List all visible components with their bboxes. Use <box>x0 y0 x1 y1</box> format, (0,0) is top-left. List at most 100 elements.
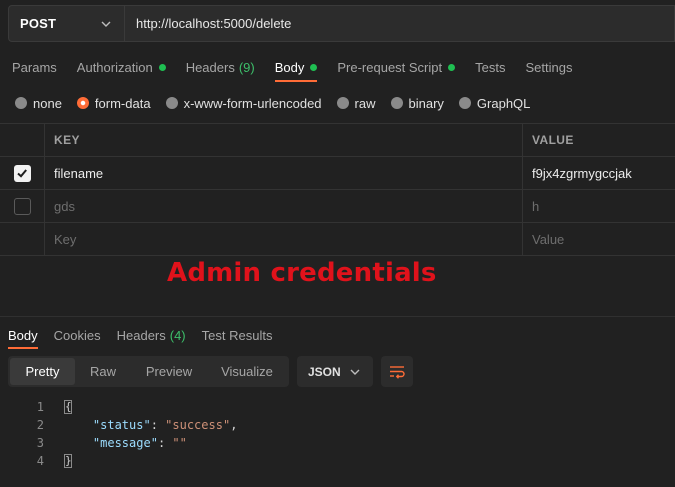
line-number: 2 <box>36 418 44 432</box>
code-text: } <box>64 454 72 469</box>
code-text: "message": "" <box>92 436 187 450</box>
line-number: 1 <box>36 400 44 414</box>
tab-pre-request-script[interactable]: Pre-request Script <box>337 55 456 79</box>
radio-x-www-form-urlencoded[interactable]: x-www-form-urlencoded <box>165 96 322 111</box>
tab-label: Params <box>12 59 57 75</box>
url-input[interactable]: http://localhost:5000/delete <box>125 5 675 42</box>
row-checkbox-cell <box>0 223 45 255</box>
tab-label: Settings <box>525 59 573 75</box>
tab-label: Test Results <box>201 327 273 343</box>
response-tabs: Body Cookies Headers (4) Test Results <box>8 323 288 349</box>
header-key-cell: KEY <box>45 124 523 156</box>
tab-label: Body <box>274 59 305 75</box>
key-text: gds <box>54 198 75 214</box>
view-raw-button[interactable]: Raw <box>75 358 131 385</box>
radio-circle <box>15 97 27 109</box>
method-select[interactable]: POST <box>8 5 125 42</box>
status-dot <box>448 63 456 71</box>
table-row: filename f9jx4zgrmygccjak <box>0 157 675 190</box>
radio-none[interactable]: none <box>15 96 62 111</box>
format-label: JSON <box>308 364 341 379</box>
key-field[interactable]: gds <box>45 190 523 222</box>
annotation-caption: Admin credentials <box>167 258 437 288</box>
radio-circle-selected <box>76 97 89 109</box>
response-code-view: 1 { 2 "status": "success", 3 "message": … <box>0 398 675 470</box>
radio-circle <box>336 97 349 109</box>
body-type-group: none form-data x-www-form-urlencoded raw… <box>15 93 545 113</box>
tab-tests[interactable]: Tests <box>475 55 505 79</box>
radio-label: none <box>33 95 62 111</box>
code-line: 4 } <box>0 452 675 470</box>
tab-headers[interactable]: Headers (9) <box>186 55 255 79</box>
radio-graphql[interactable]: GraphQL <box>458 95 531 111</box>
table-row: gds h <box>0 190 675 223</box>
radio-label: raw <box>354 95 376 111</box>
column-header-value: VALUE <box>532 133 574 147</box>
row-checkbox-unchecked[interactable] <box>13 197 31 215</box>
radio-binary[interactable]: binary <box>390 95 444 111</box>
key-text: filename <box>54 165 104 181</box>
tab-count: (9) <box>238 59 255 75</box>
value-field[interactable]: h <box>523 190 675 222</box>
tab-count: (4) <box>169 327 186 343</box>
url-text: http://localhost:5000/delete <box>136 16 292 31</box>
value-input[interactable]: Value <box>523 223 675 255</box>
key-field[interactable]: filename <box>45 157 523 189</box>
tab-body[interactable]: Body <box>274 55 318 82</box>
line-number: 3 <box>36 436 44 450</box>
value-text: f9jx4zgrmygccjak <box>532 165 632 181</box>
radio-form-data[interactable]: form-data <box>76 95 151 111</box>
tab-params[interactable]: Params <box>12 55 57 79</box>
request-tabs: Params Authorization Headers (9) Body Pre… <box>12 55 592 83</box>
button-label: Pretty <box>25 364 60 379</box>
response-tab-body[interactable]: Body <box>8 326 38 349</box>
table-row-new: Key Value <box>0 223 675 256</box>
tab-label: Tests <box>475 59 506 75</box>
button-label: Preview <box>145 364 193 379</box>
view-pretty-button[interactable]: Pretty <box>10 358 75 385</box>
status-dot <box>158 63 166 71</box>
tab-authorization[interactable]: Authorization <box>77 55 166 79</box>
fold-open-brace-icon[interactable]: { <box>64 400 72 415</box>
row-checkbox-checked[interactable] <box>13 164 31 182</box>
column-header-key: KEY <box>54 133 80 147</box>
json-value: "" <box>172 436 187 450</box>
chevron-down-icon <box>350 369 360 375</box>
code-text: "status": "success", <box>92 418 238 432</box>
tab-settings[interactable]: Settings <box>525 55 572 79</box>
view-mode-segmented: Pretty Raw Preview Visualize <box>8 356 289 387</box>
code-line: 3 "message": "" <box>0 434 675 452</box>
tab-label: Authorization <box>76 59 153 75</box>
radio-circle <box>390 97 403 109</box>
radio-label: binary <box>408 95 444 111</box>
key-placeholder: Key <box>54 231 77 247</box>
code-line: 2 "status": "success", <box>0 416 675 434</box>
view-preview-button[interactable]: Preview <box>131 358 207 385</box>
response-tab-test-results[interactable]: Test Results <box>202 326 273 344</box>
request-bar: POST http://localhost:5000/delete <box>8 5 675 42</box>
code-text: { <box>64 400 72 415</box>
key-input[interactable]: Key <box>45 223 523 255</box>
radio-label: form-data <box>94 95 151 111</box>
radio-raw[interactable]: raw <box>336 95 376 111</box>
response-tab-cookies[interactable]: Cookies <box>54 326 101 344</box>
radio-label: GraphQL <box>476 95 531 111</box>
response-divider[interactable] <box>0 316 675 317</box>
status-dot <box>310 63 318 71</box>
code-line: 1 { <box>0 398 675 416</box>
tab-label: Cookies <box>53 327 101 343</box>
line-number: 4 <box>36 454 44 468</box>
tab-label: Headers <box>116 327 166 343</box>
json-key: "status" <box>92 418 151 432</box>
method-label: POST <box>20 16 57 31</box>
value-placeholder: Value <box>532 231 565 247</box>
radio-circle <box>165 97 178 109</box>
table-header-row: KEY VALUE <box>0 123 675 157</box>
wrap-lines-button[interactable] <box>381 356 413 387</box>
chevron-down-icon <box>101 21 111 27</box>
format-select[interactable]: JSON <box>297 356 373 387</box>
radio-circle <box>458 97 471 109</box>
value-field[interactable]: f9jx4zgrmygccjak <box>523 157 675 189</box>
response-tab-headers[interactable]: Headers (4) <box>117 326 186 344</box>
view-visualize-button[interactable]: Visualize <box>207 358 287 385</box>
